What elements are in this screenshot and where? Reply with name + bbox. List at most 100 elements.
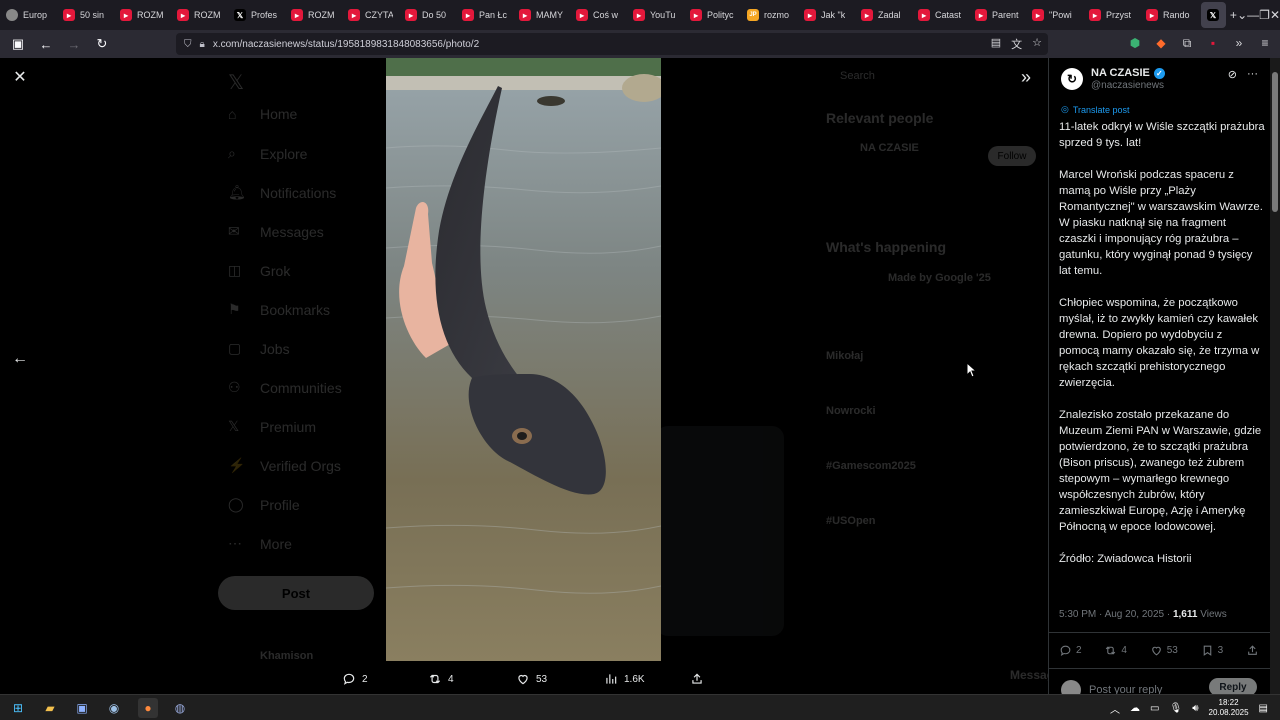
browser-tab[interactable]: JP rozmo	[741, 2, 798, 28]
browser-tab[interactable]: Europ	[0, 2, 57, 28]
bg-nav-label: Premium	[260, 418, 317, 435]
share-icon	[1248, 644, 1257, 655]
extension-icon[interactable]: ◆	[1152, 34, 1170, 52]
views-action[interactable]: 1.6K	[604, 672, 645, 686]
forward-button[interactable]: →	[62, 32, 86, 56]
previous-photo-icon[interactable]: ←	[6, 345, 34, 373]
repost-action[interactable]: 4	[428, 672, 454, 686]
reload-button[interactable]: ↻	[90, 32, 114, 56]
clock-time: 18:22	[1218, 698, 1239, 707]
browser-tab[interactable]: ▸ Rando	[1140, 2, 1197, 28]
windows-start-icon[interactable]: ⊞	[8, 698, 28, 718]
extensions-puzzle-icon[interactable]: ⧉	[1178, 34, 1196, 52]
close-window-button[interactable]: ✕	[1270, 8, 1280, 22]
nav-icon: 𝕏	[228, 418, 240, 434]
sidebar-toggle-icon[interactable]: ▣	[6, 32, 30, 56]
steam-icon[interactable]: ◉	[104, 698, 124, 718]
reply-icon	[1060, 645, 1071, 656]
reply-icon	[343, 673, 355, 685]
bg-whats-happening: What's happening	[826, 239, 946, 255]
new-tab-button[interactable]: +	[1230, 8, 1237, 22]
bookmark-star-icon[interactable]: ☆	[1032, 36, 1042, 52]
browser-tab[interactable]: ▸ Przyst	[1083, 2, 1140, 28]
tab-title: 50 sin	[80, 10, 105, 20]
like-action[interactable]: 53	[516, 672, 547, 686]
lock-icon[interactable]: 🔒︎	[200, 39, 205, 50]
reply-composer[interactable]: Post your reply	[1061, 680, 1162, 694]
browser-tab[interactable]: ▸ Jak "k	[798, 2, 855, 28]
clock-date: 20.08.2025	[1208, 708, 1249, 717]
browser-tab[interactable]: ▸ YouTu	[627, 2, 684, 28]
close-viewer-icon[interactable]: ✕	[6, 63, 34, 91]
browser-tab[interactable]: ▸ ROZM	[285, 2, 342, 28]
volume-icon[interactable]: 🔊︎	[1192, 703, 1198, 714]
system-clock[interactable]: 18:22 20.08.2025	[1209, 698, 1249, 718]
translate-icon[interactable]: 文	[1011, 36, 1022, 52]
browser-tab[interactable]: ▸ Catast	[912, 2, 969, 28]
tray-chevron-icon[interactable]: ︿	[1110, 701, 1120, 716]
panel-like-button[interactable]: 53	[1150, 644, 1178, 657]
grok-icon[interactable]: ⊘	[1228, 68, 1237, 81]
translate-post-link[interactable]: ◎ Translate post	[1061, 104, 1130, 115]
browser-tab[interactable]: ▸ MAMY	[513, 2, 570, 28]
tab-title: "Powi	[1049, 10, 1072, 20]
collapse-panel-icon[interactable]: »	[1012, 63, 1040, 91]
app-icon[interactable]: ◍	[170, 698, 190, 718]
firefox-icon[interactable]: ●	[138, 698, 158, 718]
minimize-button[interactable]: —	[1247, 8, 1259, 22]
browser-tab[interactable]: ▸ "Powi	[1026, 2, 1083, 28]
reply-input[interactable]: Post your reply	[1089, 684, 1162, 694]
reader-view-icon[interactable]: ▤	[991, 36, 1001, 52]
browser-tab[interactable]: ▸ Parent	[969, 2, 1026, 28]
app-icon[interactable]: ▣	[72, 698, 92, 718]
browser-tab[interactable]: ▸ Zadal	[855, 2, 912, 28]
tab-title: MAMY	[536, 10, 563, 20]
translate-icon: ◎	[1061, 104, 1069, 114]
panel-scrollbar[interactable]	[1270, 58, 1280, 694]
author-name[interactable]: NA CZASIE ✓	[1091, 67, 1165, 79]
browser-tab[interactable]: ▸ Pan Łc	[456, 2, 513, 28]
author-handle[interactable]: @naczasienews	[1091, 80, 1164, 91]
back-button[interactable]: ←	[34, 32, 58, 56]
maximize-button[interactable]: ❐	[1259, 8, 1270, 22]
list-all-tabs-icon[interactable]: ⌄	[1237, 8, 1247, 22]
reply-submit-button[interactable]: Reply	[1209, 678, 1257, 694]
url-text[interactable]: x.com/naczasienews/status/19581898318480…	[213, 39, 479, 50]
panel-bookmark-button[interactable]: 3	[1201, 644, 1223, 657]
user-avatar	[1061, 680, 1081, 694]
address-bar[interactable]: ⛉ 🔒︎ x.com/naczasienews/status/195818983…	[176, 33, 1048, 55]
browser-tab[interactable]: ▸ 50 sin	[57, 2, 114, 28]
browser-tab[interactable]: ▸ CZYTA	[342, 2, 399, 28]
nav-icon: ✉	[228, 223, 240, 239]
privacy-extension-icon[interactable]: ⬢	[1126, 34, 1144, 52]
tab-title: YouTu	[650, 10, 676, 20]
browser-tab[interactable]: ▸ Coś w	[570, 2, 627, 28]
tab-active[interactable]: 𝕏 NA ✕	[1201, 2, 1226, 28]
panel-repost-button[interactable]: 4	[1104, 644, 1127, 657]
network-icon[interactable]: ▭	[1150, 703, 1159, 714]
notifications-icon[interactable]: ▤	[1259, 703, 1268, 714]
author-avatar[interactable]: ↻	[1061, 68, 1083, 90]
panel-share-button[interactable]	[1246, 644, 1259, 657]
browser-tab[interactable]: ▸ Polityc	[684, 2, 741, 28]
browser-tab[interactable]: ▸ ROZM	[114, 2, 171, 28]
browser-tab[interactable]: ▸ ROZM	[171, 2, 228, 28]
onedrive-icon[interactable]: ☁	[1130, 703, 1140, 714]
file-explorer-icon[interactable]: ▰	[40, 698, 60, 718]
tab-strip: Europ ▸ 50 sin ▸ ROZM ▸ ROZM 𝕏 Profes ▸ ROZM ▸ CZYTA…	[0, 0, 1280, 30]
reply-action[interactable]: 2	[342, 672, 368, 686]
panel-reply-button[interactable]: 2	[1059, 644, 1082, 657]
browser-tab[interactable]: 𝕏 Profes	[228, 2, 285, 28]
overflow-chevrons-icon[interactable]: »	[1230, 34, 1248, 52]
post-timestamp[interactable]: 5:30 PM · Aug 20, 2025 ·	[1059, 609, 1173, 620]
microphone-icon[interactable]: 🎙︎	[1169, 703, 1182, 714]
shield-icon[interactable]: ⛉	[184, 39, 192, 50]
post-photo[interactable]	[386, 58, 661, 661]
share-action[interactable]	[690, 672, 704, 686]
extension-badge-icon[interactable]: ▪	[1204, 34, 1222, 52]
browser-tab[interactable]: ▸ Do 50	[399, 2, 456, 28]
app-menu-icon[interactable]: ≡	[1256, 34, 1274, 52]
more-options-icon[interactable]: ···	[1247, 68, 1258, 81]
scrollbar-thumb[interactable]	[1272, 72, 1278, 212]
bg-trend-item: #USOpen	[826, 515, 876, 527]
